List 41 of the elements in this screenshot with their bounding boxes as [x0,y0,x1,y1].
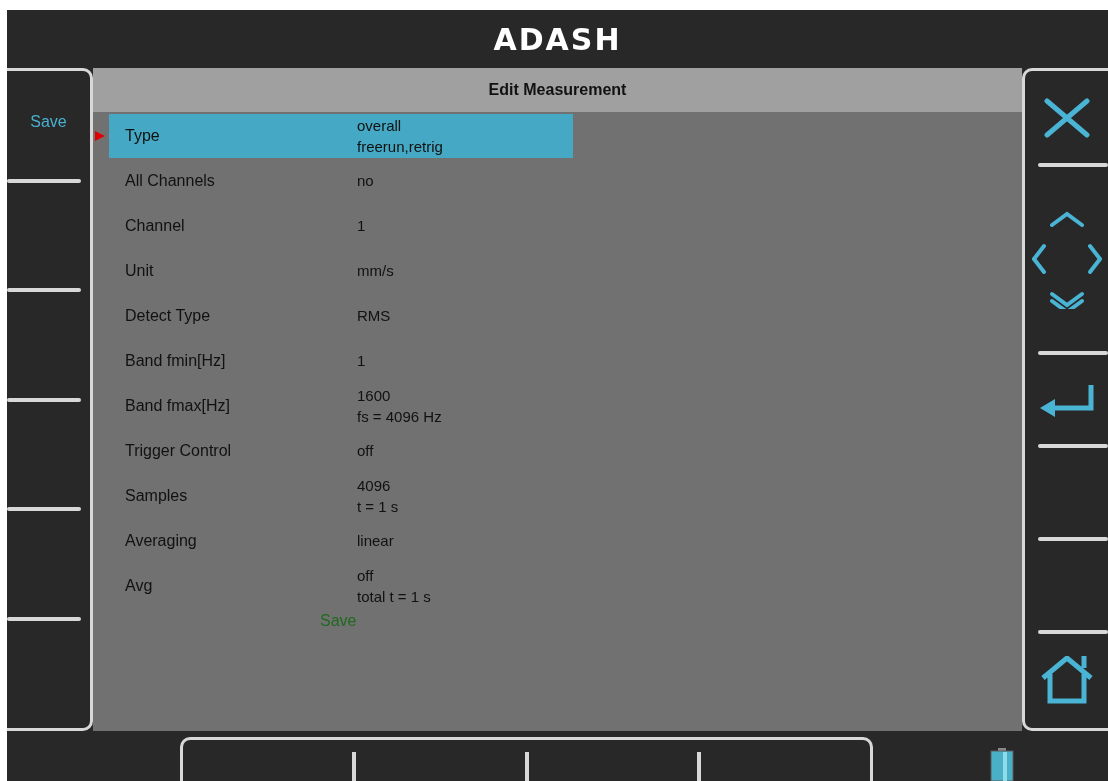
field-value: 1 [357,351,366,371]
field-label: Unit [125,261,155,280]
form-row[interactable]: Averaging linear [109,518,573,563]
enter-icon[interactable] [1038,382,1095,417]
field-value: off total t = 1 s [357,565,431,607]
field-label: Samples [125,486,189,505]
form-row[interactable]: Avg off total t = 1 s [109,563,573,608]
field-label: Band fmin[Hz] [125,351,227,370]
field-label: Averaging [125,531,198,550]
form-row[interactable]: Detect Type RMS [109,293,573,338]
field-value: mm/s [357,261,394,281]
field-label: All Channels [125,171,216,190]
field-value: no [357,171,374,191]
softkey-label[interactable]: Save [30,113,67,133]
form-row[interactable]: Unit mm/s [109,248,573,293]
field-value: overall freerun,retrig [357,115,443,157]
navigation-arrows-icon[interactable] [1031,209,1102,310]
field-label: Type [125,126,161,145]
field-value: off [357,441,374,461]
field-label: Avg [125,576,154,595]
form-row[interactable]: Band fmax[Hz] 1600 fs = 4096 Hz [109,383,573,428]
field-value: 4096 t = 1 s [357,475,399,517]
field-label: Detect Type [125,306,212,325]
form-row[interactable]: Channel 1 [109,203,573,248]
form-row[interactable]: All Channels no [109,158,573,203]
field-value: 1 [357,216,366,236]
field-value: 1600 fs = 4096 Hz [357,385,442,427]
device-title: ADASH [493,21,622,57]
close-icon[interactable] [1042,98,1091,139]
field-label: Channel [125,216,186,235]
field-label: Trigger Control [125,441,233,460]
form-title: Edit Measurement [93,68,1022,112]
field-value: RMS [357,306,391,326]
field-label: Band fmax[Hz] [125,396,231,415]
battery-icon [990,748,1014,781]
form-row[interactable]: Band fmin[Hz] 1 [109,338,573,383]
form-row[interactable]: Samples 4096 t = 1 s [109,473,573,518]
form-row[interactable]: Type overall freerun,retrig [109,113,573,158]
field-value: linear [357,531,394,551]
home-icon[interactable] [1039,655,1094,704]
form-row[interactable]: Trigger Control off [109,428,573,473]
